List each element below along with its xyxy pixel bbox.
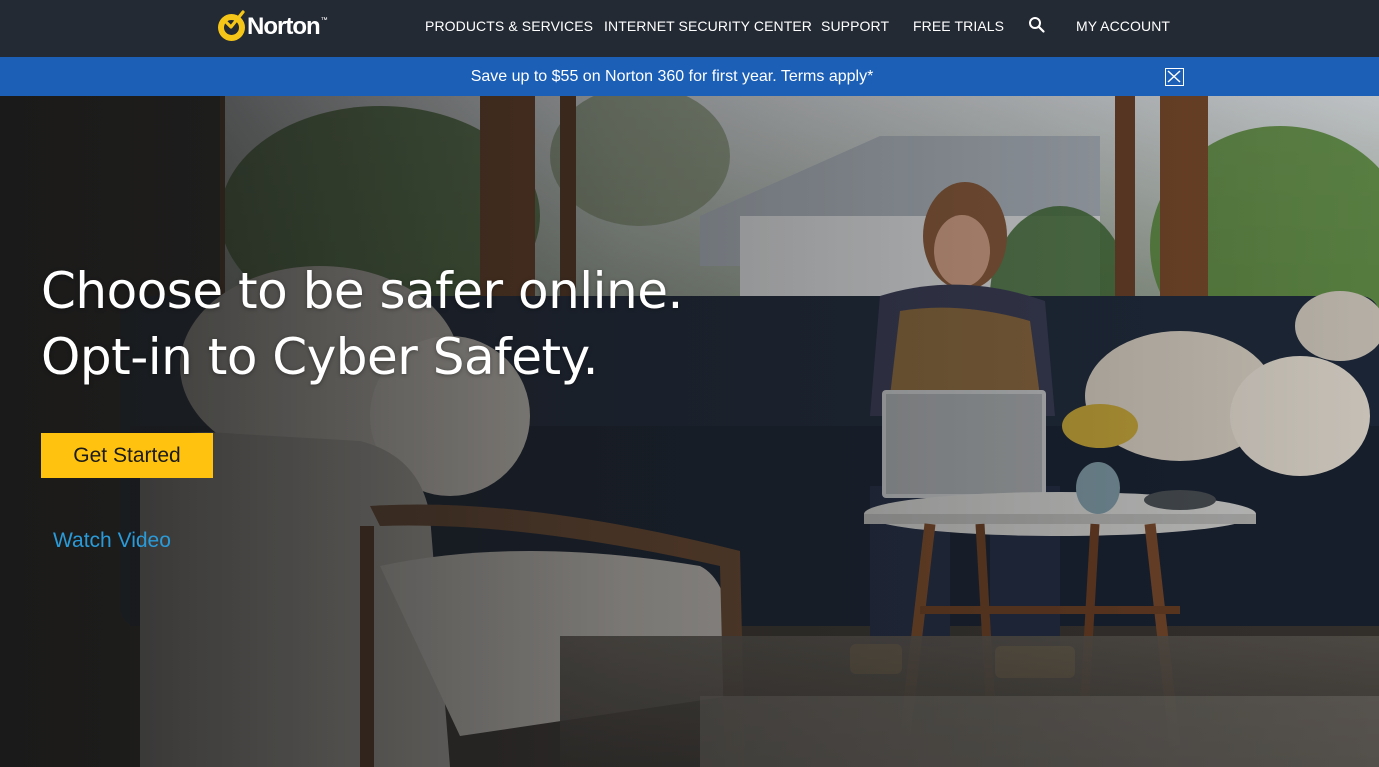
logo-wordmark: Norton bbox=[247, 13, 321, 40]
hero-background-image bbox=[0, 96, 1379, 767]
search-icon[interactable] bbox=[1028, 16, 1046, 34]
nav-internet-security-center[interactable]: INTERNET SECURITY CENTER bbox=[604, 18, 812, 34]
logo-trademark: ™ bbox=[320, 17, 328, 24]
watch-video-link[interactable]: Watch Video bbox=[53, 529, 171, 553]
close-x-glyph bbox=[1167, 70, 1181, 83]
nav-my-account[interactable]: MY ACCOUNT bbox=[1076, 18, 1170, 34]
norton-checkmark-icon bbox=[218, 9, 245, 41]
norton-logo[interactable]: Norton ™ bbox=[218, 9, 328, 43]
hero-section bbox=[0, 96, 1379, 767]
nav-free-trials[interactable]: FREE TRIALS bbox=[913, 18, 1004, 34]
nav-products-services[interactable]: PRODUCTS & SERVICES bbox=[425, 18, 593, 34]
hero-headline-line-1: Choose to be safer online. bbox=[41, 262, 683, 320]
promo-text[interactable]: Save up to $55 on Norton 360 for first y… bbox=[0, 68, 1344, 86]
top-navigation: Norton ™ PRODUCTS & SERVICES INTERNET SE… bbox=[0, 0, 1379, 57]
get-started-button[interactable]: Get Started bbox=[41, 433, 213, 478]
nav-support[interactable]: SUPPORT bbox=[821, 18, 889, 34]
hero-headline-line-2: Opt-in to Cyber Safety. bbox=[41, 328, 598, 386]
close-icon[interactable] bbox=[1165, 68, 1184, 86]
checkmark-icon bbox=[223, 9, 245, 29]
hero-headline: Choose to be safer online. Opt-in to Cyb… bbox=[41, 258, 683, 390]
